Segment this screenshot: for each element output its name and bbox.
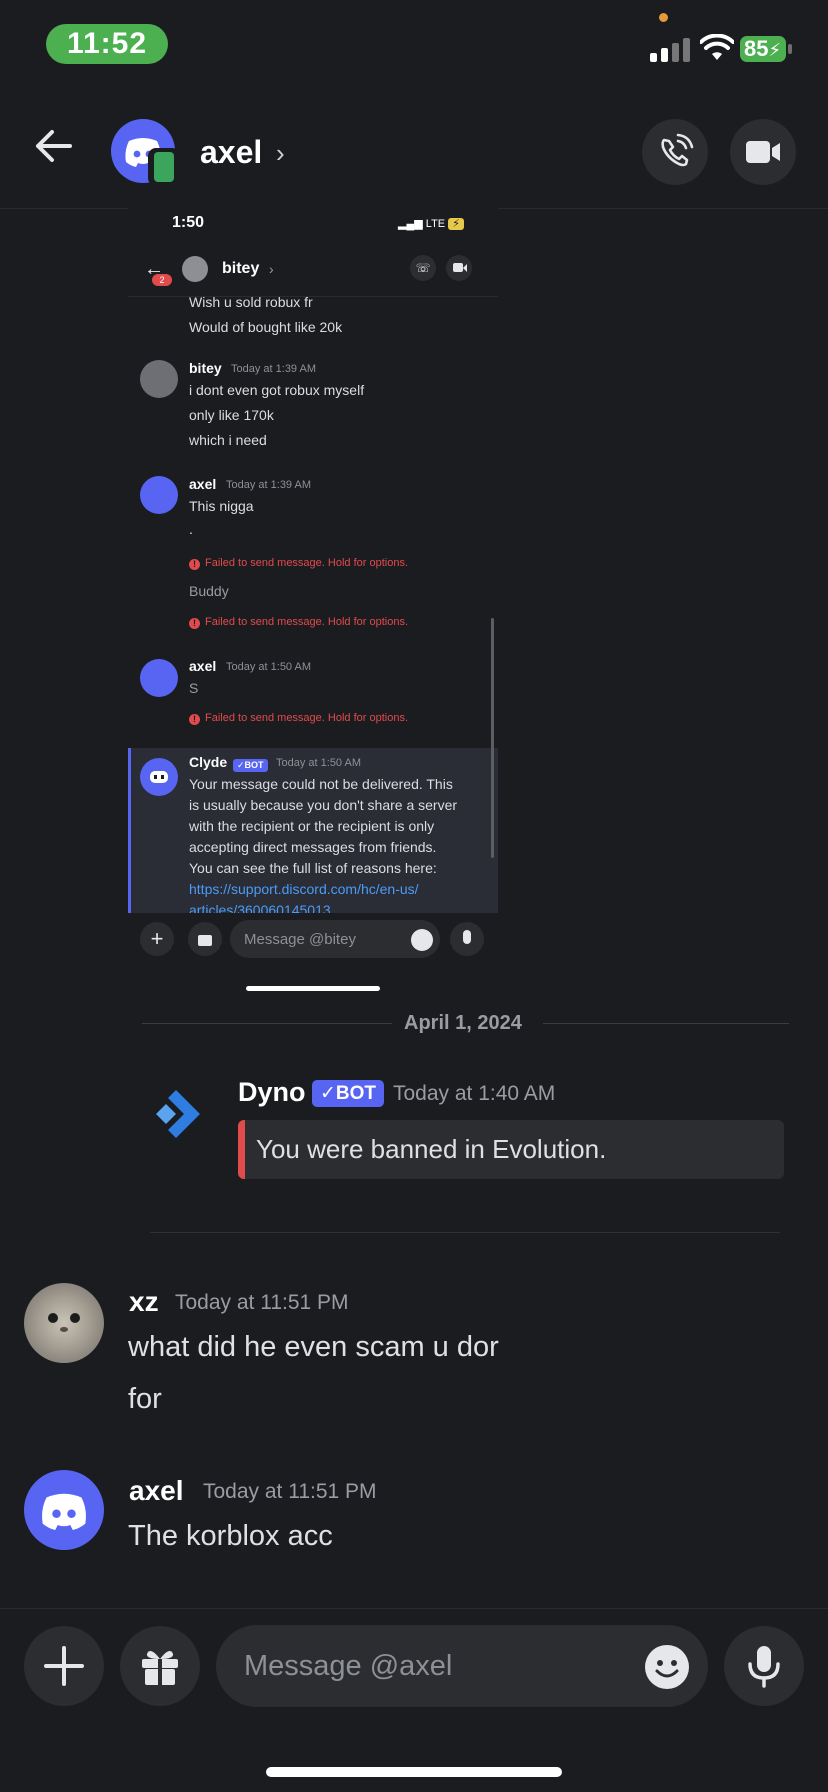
embedded-timestamp: Today at 1:39 AM <box>226 479 311 491</box>
embedded-text-line: is usually because you don't share a ser… <box>189 797 458 813</box>
embedded-error-message: Failed to send message. Hold for options… <box>189 557 408 570</box>
embedded-phone-call-icon: ☏ <box>410 255 436 281</box>
embedded-emoji-icon <box>411 929 433 951</box>
message-author[interactable]: axel <box>129 1475 184 1507</box>
embedded-message-placeholder: Message @bitey <box>244 931 356 948</box>
axel-avatar[interactable] <box>24 1470 104 1550</box>
video-call-button[interactable] <box>730 119 796 185</box>
embedded-divider <box>128 296 498 297</box>
embedded-text-line: You can see the full list of reasons her… <box>189 860 437 876</box>
message-timestamp: Today at 11:51 PM <box>175 1291 349 1314</box>
date-divider-line-right <box>543 1023 789 1024</box>
embedded-text-line: only like 170k <box>189 407 274 423</box>
embedded-home-indicator <box>246 986 380 991</box>
mobile-icon <box>154 152 174 182</box>
embedded-author: axel <box>189 476 217 492</box>
embedded-text-line: This nigga <box>189 498 254 514</box>
message-text: for <box>128 1383 162 1415</box>
embedded-text-line: Buddy <box>189 583 229 599</box>
embedded-timestamp: Today at 1:50 AM <box>226 661 311 673</box>
dyno-embed-accent <box>238 1120 245 1179</box>
embedded-clyde-avatar <box>140 758 178 796</box>
section-divider <box>150 1232 780 1233</box>
embedded-text-line: . <box>189 521 193 537</box>
battery-icon: 85⚡ <box>740 36 786 62</box>
message-timestamp: Today at 11:51 PM <box>203 1480 377 1503</box>
gift-icon <box>142 1650 178 1685</box>
chevron-right-icon[interactable]: › <box>276 138 285 169</box>
embedded-link: articles/360060145013 <box>189 902 331 913</box>
home-indicator[interactable] <box>266 1767 562 1777</box>
embedded-axel-avatar <box>140 659 178 697</box>
message-author[interactable]: xz <box>129 1286 159 1318</box>
wifi-icon <box>700 34 734 60</box>
dyno-timestamp: Today at 1:40 AM <box>393 1082 556 1105</box>
status-time: 11:52 <box>46 24 168 64</box>
embedded-text-line: Would of bought like 20k <box>189 319 343 335</box>
embedded-timestamp: Today at 1:50 AM <box>276 757 361 769</box>
message-text: what did he even scam u dor <box>128 1331 499 1363</box>
voice-message-button[interactable] <box>724 1626 804 1706</box>
message-text: The korblox acc <box>128 1520 333 1552</box>
embedded-scrollbar <box>491 618 494 858</box>
embedded-author: bitey <box>189 360 222 376</box>
embedded-clyde-bar <box>128 748 131 913</box>
privacy-indicator-dot <box>659 13 668 22</box>
phone-call-icon <box>661 133 694 167</box>
embedded-plus-icon: + <box>140 922 174 956</box>
embedded-video-camera-icon <box>446 255 472 281</box>
header-username[interactable]: axel <box>200 134 262 171</box>
date-divider-line-left <box>142 1023 392 1024</box>
back-arrow-icon[interactable] <box>34 128 74 164</box>
discord-logo-icon <box>42 1493 86 1530</box>
embedded-link: https://support.discord.com/hc/en-us/ <box>189 881 419 897</box>
embedded-error-message: Failed to send message. Hold for options… <box>189 712 408 725</box>
date-divider: April 1, 2024 <box>404 1012 522 1034</box>
microphone-icon <box>748 1646 780 1688</box>
embedded-text-line: Your message could not be delivered. Thi… <box>189 776 453 792</box>
dyno-logo-icon <box>156 1090 200 1138</box>
embedded-text-line: with the recipient or the recipient is o… <box>189 818 435 834</box>
embedded-axel-avatar <box>140 476 178 514</box>
embedded-text-line: which i need <box>189 432 267 448</box>
embedded-bot-badge: ✓BOT <box>233 759 268 772</box>
battery-level: 85 <box>744 36 769 61</box>
gift-button[interactable] <box>120 1626 200 1706</box>
embedded-chevron-icon: › <box>269 261 274 277</box>
embedded-text-line: accepting direct messages from friends. <box>189 839 437 855</box>
embedded-error-message: Failed to send message. Hold for options… <box>189 616 408 629</box>
embedded-author: Clyde <box>189 754 228 770</box>
embedded-author: axel <box>189 658 217 674</box>
embedded-gift-icon <box>188 922 222 956</box>
dyno-embed-text: You were banned in Evolution. <box>256 1134 607 1164</box>
xz-avatar[interactable] <box>24 1283 104 1363</box>
voice-call-button[interactable] <box>642 119 708 185</box>
embedded-text-line: Wish u sold robux fr <box>189 294 313 310</box>
embedded-screenshot: 1:50 ▂▄▆ LTE ⚡ ← 2 bitey › ☏ Wish u sold… <box>128 208 498 913</box>
embedded-bitey-message-avatar <box>140 360 178 398</box>
message-input-placeholder[interactable]: Message @axel <box>244 1650 452 1683</box>
dyno-bot-badge-wrap: ✓BOT <box>312 1080 385 1107</box>
emoji-icon[interactable] <box>644 1644 690 1690</box>
embedded-status-time: 1:50 <box>172 214 205 231</box>
embedded-microphone-icon <box>450 922 484 956</box>
dyno-author[interactable]: Dyno <box>238 1077 306 1108</box>
signal-icon <box>650 36 692 62</box>
video-camera-icon <box>746 141 780 163</box>
attach-button[interactable] <box>24 1626 104 1706</box>
embedded-text-line: S <box>189 680 199 696</box>
plus-icon <box>44 1646 84 1686</box>
embedded-unread-badge: 2 <box>152 274 172 286</box>
embedded-network: ▂▄▆ LTE ⚡ <box>398 217 464 230</box>
embedded-text-line: i dont even got robux myself <box>189 382 365 398</box>
bot-badge: ✓BOT <box>312 1080 385 1107</box>
embedded-header-name: bitey <box>222 260 260 277</box>
embedded-bitey-avatar <box>182 256 208 282</box>
embedded-timestamp: Today at 1:39 AM <box>231 363 316 375</box>
battery-nub <box>788 44 792 54</box>
embedded-bot-badge-wrap: ✓BOT <box>233 755 268 772</box>
composer-divider <box>0 1608 828 1609</box>
embedded-network-type: LTE <box>425 218 446 230</box>
